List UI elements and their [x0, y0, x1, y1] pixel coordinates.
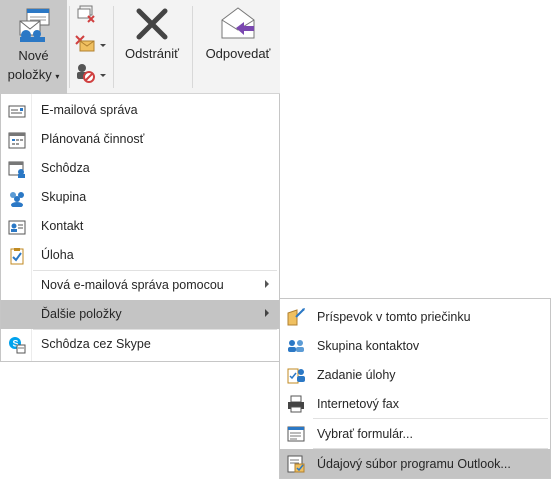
menu-item-label: Nová e-mailová správa pomocou [41, 278, 224, 292]
contact-group-icon [286, 336, 306, 356]
task-icon [8, 247, 26, 265]
menu-item-contact[interactable]: Kontakt [1, 212, 279, 241]
submenu-item-choose-form[interactable]: Vybrať formulár... [280, 419, 550, 448]
email-icon [8, 102, 26, 120]
new-items-label-line1: Nové [18, 48, 49, 63]
form-icon [286, 424, 306, 444]
junk-icon [77, 64, 106, 83]
new-items-label-line2: položky ▾ [7, 67, 60, 82]
new-items-button[interactable]: Nové položky ▾ [0, 0, 67, 94]
submenu-item-internet-fax[interactable]: Internetový fax [280, 389, 550, 418]
reply-icon [218, 4, 258, 45]
submenu-arrow-icon [265, 309, 269, 317]
delete-label: Odstrániť [124, 46, 179, 61]
skype-meeting-icon: S [8, 336, 26, 354]
small-button-group [74, 4, 110, 90]
menu-item-group[interactable]: Skupina [1, 183, 279, 212]
menu-item-skype-meeting[interactable]: S Schôdza cez Skype [1, 330, 279, 359]
new-items-icon [17, 8, 51, 45]
ignore-button[interactable] [74, 4, 110, 30]
submenu-item-label: Príspevok v tomto priečinku [317, 310, 471, 324]
post-icon [286, 307, 306, 327]
delete-icon [134, 6, 170, 45]
ribbon-separator [113, 6, 114, 88]
menu-item-label: Ďalšie položky [41, 307, 122, 321]
new-items-menu: E-mailová správa Plánovaná činnosť Schôd… [0, 94, 280, 362]
menu-item-label: Schôdza [41, 161, 90, 175]
menu-item-label: E-mailová správa [41, 103, 138, 117]
menu-item-meeting[interactable]: Schôdza [1, 154, 279, 183]
outlook-data-file-icon [286, 454, 306, 474]
submenu-item-label: Údajový súbor programu Outlook... [317, 457, 511, 471]
contact-icon [8, 218, 26, 236]
ribbon-separator [69, 6, 70, 88]
meeting-icon [8, 160, 26, 178]
submenu-item-outlook-data-file[interactable]: Údajový súbor programu Outlook... [280, 449, 550, 478]
reply-label: Odpovedať [205, 46, 271, 61]
junk-button[interactable] [74, 60, 110, 86]
ignore-icon [77, 5, 95, 23]
reply-button[interactable]: Odpovedať [196, 0, 280, 94]
ribbon-separator [192, 6, 193, 88]
menu-item-new-email-using[interactable]: Nová e-mailová správa pomocou [1, 271, 279, 300]
ribbon: Nové položky ▾ Odstrániť Odpovedať [0, 0, 280, 94]
fax-icon [286, 394, 306, 414]
task-request-icon [286, 365, 306, 385]
menu-item-more-items[interactable]: Ďalšie položky [1, 300, 279, 329]
menu-item-task[interactable]: Úloha [1, 241, 279, 270]
menu-item-label: Plánovaná činnosť [41, 132, 145, 146]
submenu-item-contact-group[interactable]: Skupina kontaktov [280, 331, 550, 360]
menu-item-email[interactable]: E-mailová správa [1, 96, 279, 125]
calendar-icon [8, 131, 26, 149]
group-icon [8, 189, 26, 208]
delete-button[interactable]: Odstrániť [116, 0, 188, 94]
menu-item-label: Kontakt [41, 219, 84, 233]
submenu-item-label: Skupina kontaktov [317, 339, 420, 353]
cleanup-icon [75, 35, 106, 52]
menu-item-label: Schôdza cez Skype [41, 337, 151, 351]
more-items-submenu: Príspevok v tomto priečinku Skupina kont… [279, 298, 551, 479]
menu-item-label: Úloha [41, 248, 74, 262]
submenu-item-label: Internetový fax [317, 397, 399, 411]
menu-item-appointment[interactable]: Plánovaná činnosť [1, 125, 279, 154]
submenu-item-post[interactable]: Príspevok v tomto priečinku [280, 302, 550, 331]
submenu-arrow-icon [265, 280, 269, 288]
submenu-item-label: Vybrať formulár... [317, 427, 413, 441]
cleanup-button[interactable] [74, 32, 110, 58]
menu-item-label: Skupina [41, 190, 87, 204]
submenu-item-task-request[interactable]: Zadanie úlohy [280, 360, 550, 389]
submenu-item-label: Zadanie úlohy [317, 368, 396, 382]
